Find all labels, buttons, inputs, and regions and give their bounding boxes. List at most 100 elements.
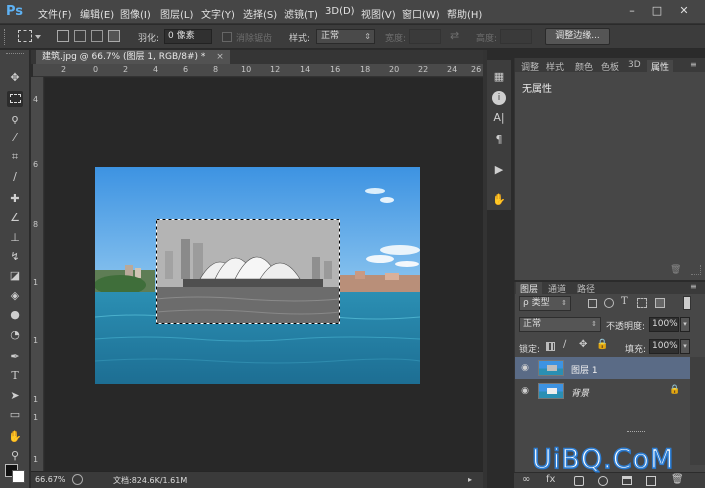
- tab-adjustments[interactable]: 调整: [521, 60, 539, 73]
- menu-edit[interactable]: 编辑(E): [80, 6, 114, 21]
- tab-properties[interactable]: 属性: [647, 60, 674, 73]
- intersect-selection-icon[interactable]: [108, 30, 120, 42]
- tab-3d[interactable]: 3D: [628, 60, 641, 70]
- layer-filter-select[interactable]: ρ 类型 ⇕: [519, 296, 571, 311]
- antialias-checkbox[interactable]: [222, 32, 232, 42]
- menu-file[interactable]: 文件(F): [38, 6, 72, 21]
- layer-row-background[interactable]: ◉ 背景 🔒: [515, 380, 690, 402]
- healing-brush-tool-icon[interactable]: ✚: [7, 191, 23, 207]
- filter-type-icon[interactable]: T: [621, 296, 628, 307]
- menu-type[interactable]: 文字(Y): [201, 6, 235, 21]
- close-icon[interactable]: ✕: [676, 4, 692, 18]
- tab-close-icon[interactable]: ×: [216, 52, 224, 62]
- status-info-icon[interactable]: [72, 474, 83, 485]
- minimize-icon[interactable]: –: [624, 4, 640, 18]
- feather-input[interactable]: 0 像素: [164, 29, 212, 44]
- fill-input[interactable]: 100%: [649, 339, 679, 354]
- blend-mode-select[interactable]: 正常 ⇕: [519, 317, 601, 332]
- brush-tool-icon[interactable]: ∠: [7, 210, 23, 226]
- panel-menu-icon[interactable]: ≡: [690, 60, 697, 69]
- resize-grip-icon[interactable]: [691, 265, 701, 275]
- status-menu-arrow-icon[interactable]: ▸: [468, 475, 472, 484]
- delete-layer-icon[interactable]: 🗑: [671, 474, 684, 485]
- marquee-tool-icon[interactable]: [18, 30, 32, 42]
- layers-scrollbar[interactable]: [690, 357, 705, 465]
- lock-all-icon[interactable]: 🔒: [596, 339, 608, 350]
- new-layer-icon[interactable]: [646, 476, 656, 486]
- lock-transparent-icon[interactable]: [546, 342, 555, 351]
- style-select[interactable]: 正常 ⇕: [316, 29, 375, 44]
- new-selection-icon[interactable]: [57, 30, 69, 42]
- type-tool-icon[interactable]: T: [7, 368, 23, 384]
- menu-layer[interactable]: 图层(L): [160, 6, 193, 21]
- add-selection-icon[interactable]: [74, 30, 86, 42]
- document-image[interactable]: [95, 167, 420, 384]
- history-brush-tool-icon[interactable]: ↯: [7, 249, 23, 265]
- visibility-eye-icon[interactable]: ◉: [520, 386, 530, 396]
- path-selection-tool-icon[interactable]: ➤: [7, 388, 23, 404]
- filter-adjustment-icon[interactable]: [604, 298, 614, 308]
- document-tab[interactable]: 建筑.jpg @ 66.7% (图层 1, RGB/8#) * ×: [36, 50, 230, 64]
- swap-icon[interactable]: ⇄: [450, 29, 459, 42]
- actions-play-icon[interactable]: ▶: [492, 163, 506, 177]
- crop-tool-icon[interactable]: ⌗: [7, 149, 23, 165]
- layer-style-icon[interactable]: fx: [546, 474, 555, 485]
- tab-color[interactable]: 颜色: [575, 60, 593, 73]
- menu-view[interactable]: 视图(V): [361, 6, 396, 21]
- menu-select[interactable]: 选择(S): [243, 6, 277, 21]
- history-panel-icon[interactable]: ▦: [492, 70, 506, 84]
- marquee-tool-icon[interactable]: [7, 91, 23, 107]
- height-input[interactable]: [500, 29, 532, 44]
- dodge-tool-icon[interactable]: ◔: [7, 327, 23, 343]
- properties-delete-icon[interactable]: 🗑: [670, 265, 681, 275]
- adjustment-layer-icon[interactable]: [598, 476, 608, 486]
- info-panel-icon[interactable]: i: [492, 91, 506, 105]
- tab-channels[interactable]: 通道: [548, 282, 566, 295]
- filter-shape-icon[interactable]: [637, 298, 647, 308]
- add-mask-icon[interactable]: [574, 476, 584, 486]
- character-panel-icon[interactable]: A|: [492, 111, 506, 125]
- opacity-input[interactable]: 100%: [649, 317, 679, 332]
- menu-help[interactable]: 帮助(H): [447, 6, 482, 21]
- zoom-level[interactable]: 66.67%: [35, 475, 66, 484]
- link-layers-icon[interactable]: ∞: [522, 474, 530, 485]
- eyedropper-tool-icon[interactable]: ∕: [7, 169, 23, 185]
- layer-row-layer1[interactable]: ◉ 图层 1: [515, 357, 690, 379]
- filter-toggle-switch[interactable]: [683, 296, 691, 310]
- pen-tool-icon[interactable]: ✒: [7, 349, 23, 365]
- zoom-tool-icon[interactable]: ⚲: [7, 448, 23, 464]
- paint-bucket-tool-icon[interactable]: ◈: [7, 288, 23, 304]
- filter-pixel-icon[interactable]: [588, 299, 597, 308]
- tool-presets-icon[interactable]: ✋: [492, 193, 506, 207]
- tab-paths[interactable]: 路径: [577, 282, 595, 295]
- layers-menu-icon[interactable]: ≡: [690, 282, 697, 291]
- filter-smart-object-icon[interactable]: [655, 298, 665, 308]
- hand-tool-icon[interactable]: ✋: [7, 429, 23, 445]
- lock-pixels-icon[interactable]: ∕: [563, 339, 566, 350]
- lock-position-icon[interactable]: ✥: [579, 339, 587, 350]
- tab-layers[interactable]: 图层: [516, 282, 543, 295]
- refine-edge-button[interactable]: 调整边缘...: [545, 28, 610, 45]
- lasso-tool-icon[interactable]: ϙ: [7, 111, 23, 127]
- quick-selection-tool-icon[interactable]: ⁄: [7, 130, 23, 146]
- maximize-icon[interactable]: □: [649, 4, 665, 18]
- paragraph-panel-icon[interactable]: ¶: [492, 133, 506, 147]
- menu-window[interactable]: 窗口(W): [402, 6, 440, 21]
- fill-dropdown-icon[interactable]: ▾: [680, 339, 690, 354]
- blur-tool-icon[interactable]: ●: [7, 307, 23, 323]
- subtract-selection-icon[interactable]: [91, 30, 103, 42]
- menu-image[interactable]: 图像(I): [120, 6, 151, 21]
- menu-filter[interactable]: 滤镜(T): [284, 6, 318, 21]
- background-color-swatch[interactable]: [12, 470, 25, 483]
- width-input[interactable]: [409, 29, 441, 44]
- clone-stamp-tool-icon[interactable]: ⊥: [7, 230, 23, 246]
- visibility-eye-icon[interactable]: ◉: [520, 363, 530, 373]
- move-tool-icon[interactable]: ✥: [7, 70, 23, 86]
- tab-swatches[interactable]: 色板: [601, 60, 619, 73]
- tab-styles[interactable]: 样式: [546, 60, 564, 73]
- opacity-dropdown-icon[interactable]: ▾: [680, 317, 690, 332]
- menu-3d[interactable]: 3D(D): [325, 6, 355, 17]
- new-group-icon[interactable]: [622, 476, 632, 485]
- rectangle-tool-icon[interactable]: ▭: [7, 407, 23, 423]
- tool-preset-chevron-icon[interactable]: [35, 35, 41, 39]
